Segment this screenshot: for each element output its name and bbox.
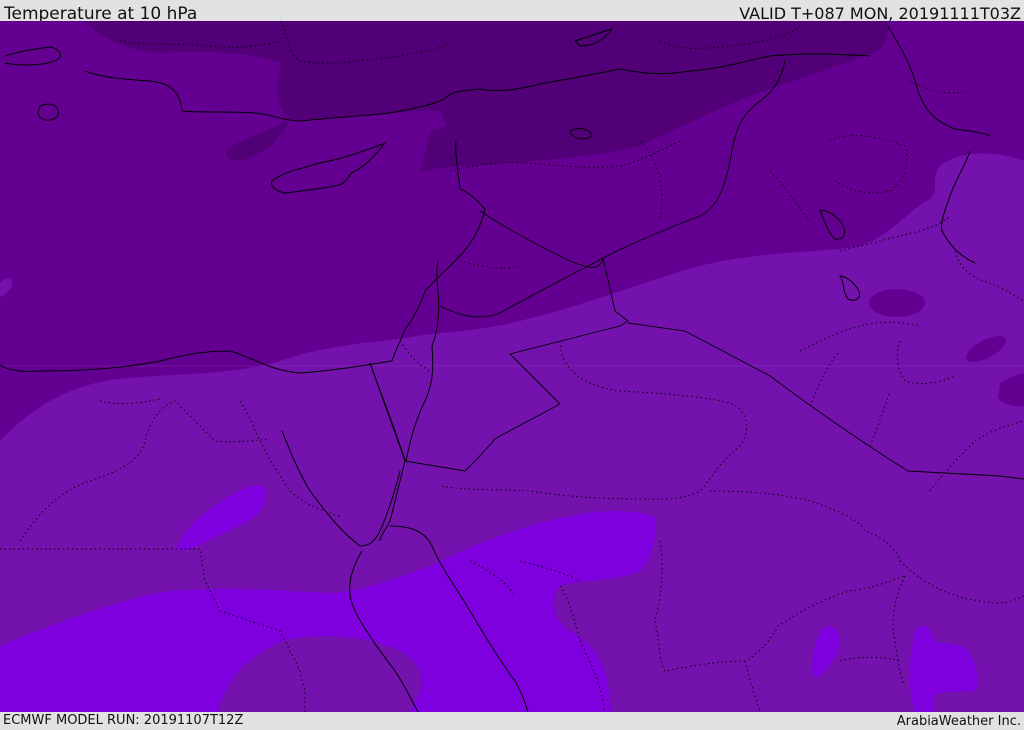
temp-patch-dark-1	[869, 289, 925, 317]
model-run-label: ECMWF MODEL RUN: 20191107T12Z	[3, 713, 244, 728]
header-bar: Temperature at 10 hPa VALID T+087 MON, 2…	[0, 0, 1024, 24]
footer-bar: ECMWF MODEL RUN: 20191107T12Z ArabiaWeat…	[0, 712, 1024, 729]
weather-map-frame: Temperature at 10 hPa VALID T+087 MON, 2…	[0, 0, 1024, 729]
map-canvas	[0, 21, 1024, 712]
credit-label: ArabiaWeather Inc.	[896, 714, 1021, 729]
temperature-map	[0, 21, 1024, 712]
